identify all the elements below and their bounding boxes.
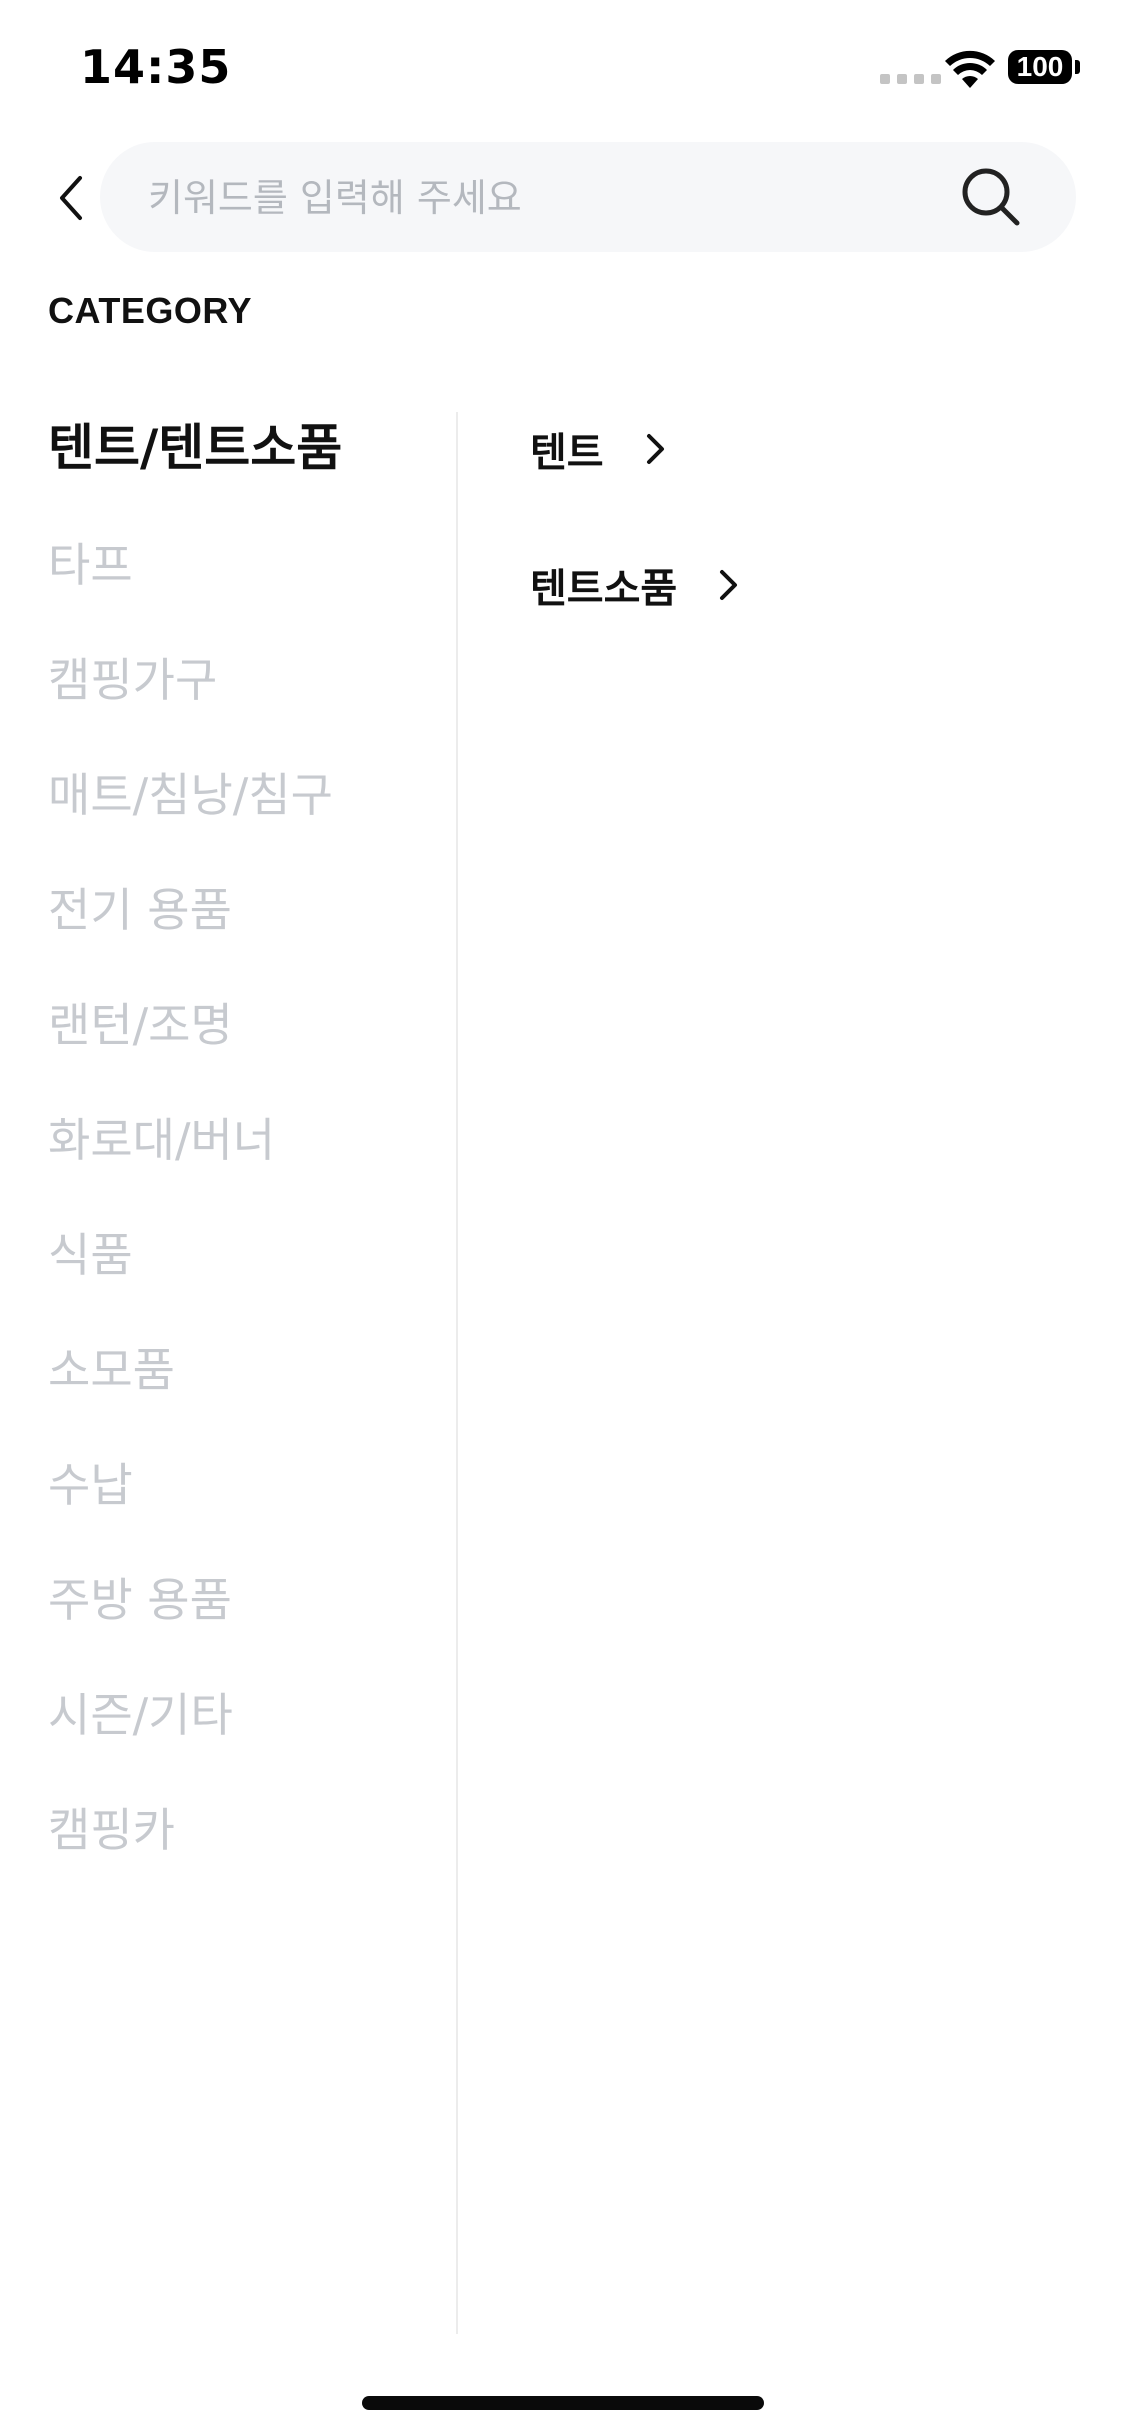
status-bar: 14:35 100 [0,0,1125,140]
status-time: 14:35 [80,40,232,94]
chevron-right-icon [644,429,674,469]
category-item-burner[interactable]: 화로대/버너 [48,1110,275,1170]
category-item-mat[interactable]: 매트/침낭/침구 [48,765,333,825]
category-item-season[interactable]: 시즌/기타 [48,1685,233,1745]
wifi-icon [945,50,995,88]
cellular-signal-icon [880,74,941,84]
category-item-tarp[interactable]: 타프 [48,535,133,595]
battery-cap [1075,60,1080,74]
home-indicator [362,2396,764,2410]
subcategory-item-tent-accessories[interactable]: 텐트소품 [530,556,747,614]
chevron-right-icon [717,565,747,605]
subcategory-label: 텐트 [530,430,604,476]
category-heading: CATEGORY [48,290,253,331]
category-item-food[interactable]: 식품 [48,1225,133,1285]
category-item-campingcar[interactable]: 캠핑카 [48,1800,175,1860]
subcategory-label: 텐트소품 [530,566,678,612]
subcategory-item-tent[interactable]: 텐트 [530,420,674,478]
search-icon [962,168,1020,226]
search-bar [100,142,1076,254]
column-divider [456,412,458,2334]
category-item-consumables[interactable]: 소모품 [48,1340,175,1400]
category-item-storage[interactable]: 수납 [48,1455,133,1515]
category-item-furniture[interactable]: 캠핑가구 [48,650,217,710]
category-item-kitchen[interactable]: 주방 용품 [48,1570,232,1630]
chevron-left-icon [60,176,82,220]
back-button[interactable] [48,170,94,226]
category-item-tent[interactable]: 텐트/텐트소품 [48,418,342,478]
search-button[interactable] [956,162,1026,232]
category-item-lantern[interactable]: 랜턴/조명 [48,995,233,1055]
battery-icon: 100 [1008,50,1072,84]
category-item-electric[interactable]: 전기 용품 [48,880,232,940]
search-input[interactable] [146,142,950,254]
